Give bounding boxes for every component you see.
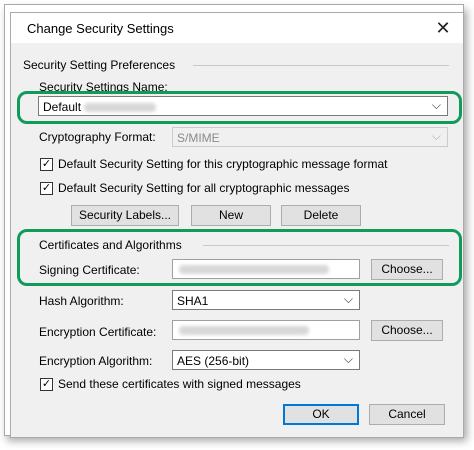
- hash-algorithm-label: Hash Algorithm:: [39, 294, 124, 308]
- encryption-algorithm-dropdown[interactable]: AES (256-bit) ⌵: [172, 350, 360, 370]
- default-format-checkbox[interactable]: ✓: [40, 158, 53, 171]
- encryption-algorithm-label: Encryption Algorithm:: [39, 354, 153, 368]
- default-all-label: Default Security Setting for all cryptog…: [58, 181, 350, 195]
- preferences-group-divider: [193, 65, 449, 66]
- cryptography-format-dropdown[interactable]: S/MIME ⌵: [172, 127, 448, 147]
- cryptography-format-label: Cryptography Format:: [39, 130, 156, 144]
- title-bar: Change Security Settings ✕: [11, 13, 463, 43]
- delete-button[interactable]: Delete: [281, 205, 361, 226]
- preferences-group-title: Security Setting Preferences: [23, 58, 176, 72]
- change-security-settings-dialog: Change Security Settings ✕ Security Sett…: [10, 12, 464, 438]
- chevron-down-icon: ⌵: [343, 352, 353, 366]
- highlight-security-settings-name: [17, 91, 462, 124]
- encryption-certificate-field[interactable]: [172, 320, 360, 340]
- encryption-choose-button[interactable]: Choose...: [371, 320, 443, 341]
- close-icon[interactable]: ✕: [433, 18, 453, 38]
- encryption-certificate-label: Encryption Certificate:: [39, 325, 157, 339]
- encryption-algorithm-value: AES (256-bit): [177, 354, 250, 368]
- default-all-checkbox[interactable]: ✓: [40, 182, 53, 195]
- security-labels-button[interactable]: Security Labels...: [71, 205, 179, 226]
- cryptography-format-value: S/MIME: [177, 131, 220, 145]
- chevron-down-icon: ⌵: [343, 292, 353, 306]
- send-certificates-checkbox[interactable]: ✓: [40, 378, 53, 391]
- hash-algorithm-dropdown[interactable]: SHA1 ⌵: [172, 290, 360, 310]
- cancel-button[interactable]: Cancel: [369, 404, 445, 425]
- dialog-title: Change Security Settings: [27, 21, 174, 36]
- send-certificates-label: Send these certificates with signed mess…: [58, 377, 301, 391]
- ok-button[interactable]: OK: [283, 404, 359, 425]
- chevron-down-icon: ⌵: [431, 129, 441, 143]
- default-format-label: Default Security Setting for this crypto…: [58, 157, 388, 171]
- new-button[interactable]: New: [191, 205, 271, 226]
- highlight-certificates-signing: [17, 229, 462, 286]
- hash-algorithm-value: SHA1: [177, 294, 209, 308]
